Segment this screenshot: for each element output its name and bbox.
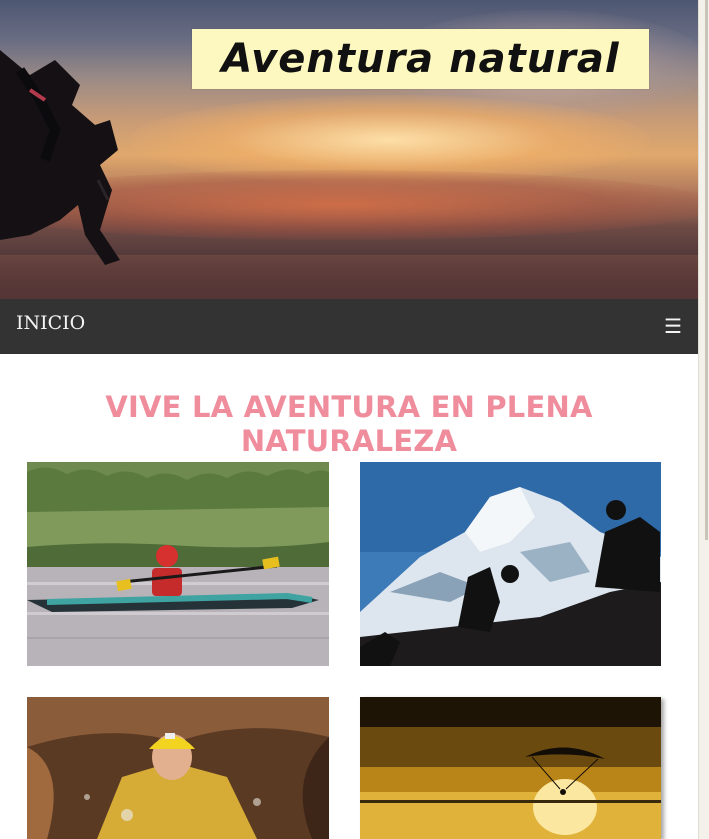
gallery-image-caving[interactable] [27, 697, 329, 839]
page: Aventura natural INICIO ☰ VIVE LA AVENTU… [0, 0, 698, 839]
nav-home-link[interactable]: INICIO [16, 312, 85, 334]
hamburger-menu-icon[interactable]: ☰ [664, 314, 682, 338]
gallery-image-paragliding[interactable] [360, 697, 661, 839]
page-title: VIVE LA AVENTURA EN PLENA NATURALEZA [105, 390, 593, 458]
header-banner: Aventura natural [0, 0, 698, 299]
gallery-image-kayaking[interactable] [27, 462, 329, 666]
gallery-image-hiking[interactable] [360, 462, 661, 666]
logo-text: Aventura natural [221, 36, 620, 82]
climber-silhouette [0, 50, 120, 265]
scrollbar-thumb[interactable] [705, 0, 708, 540]
site-logo[interactable]: Aventura natural [192, 29, 649, 89]
navbar: INICIO ☰ [0, 299, 698, 354]
